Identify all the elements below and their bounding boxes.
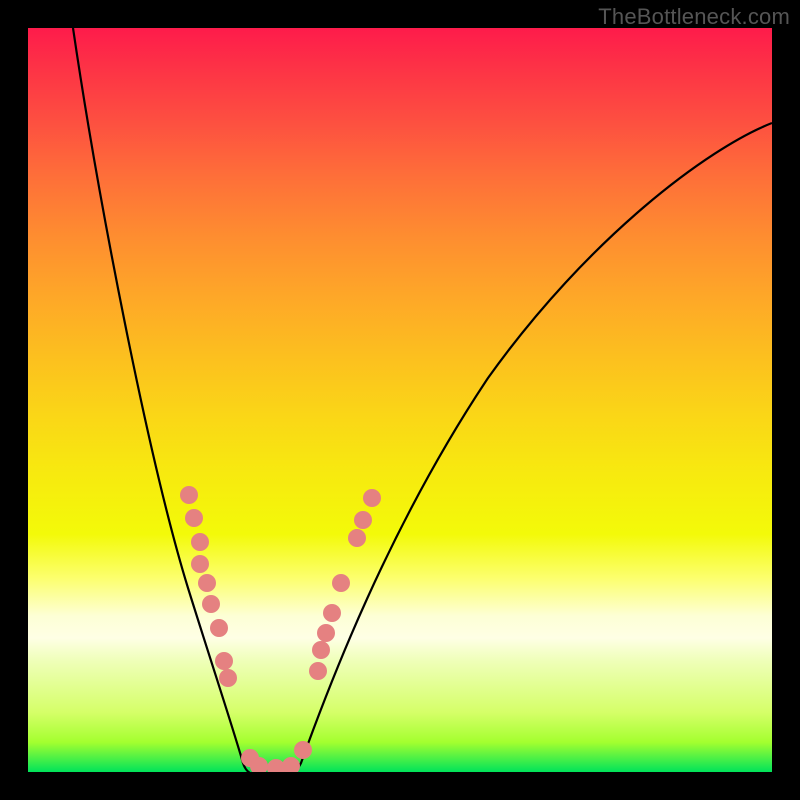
- data-marker: [191, 555, 209, 573]
- data-marker: [215, 652, 233, 670]
- data-marker: [198, 574, 216, 592]
- data-marker: [180, 486, 198, 504]
- chart-svg: [28, 28, 772, 772]
- chart-plot-area: [28, 28, 772, 772]
- data-marker: [202, 595, 220, 613]
- data-marker: [354, 511, 372, 529]
- data-marker: [317, 624, 335, 642]
- data-marker: [312, 641, 330, 659]
- data-marker: [210, 619, 228, 637]
- watermark-text: TheBottleneck.com: [598, 4, 790, 30]
- data-marker: [294, 741, 312, 759]
- data-marker: [332, 574, 350, 592]
- marker-group: [180, 486, 381, 772]
- data-marker: [348, 529, 366, 547]
- data-marker: [191, 533, 209, 551]
- data-marker: [309, 662, 327, 680]
- left-curve: [73, 28, 283, 772]
- data-marker: [323, 604, 341, 622]
- data-marker: [363, 489, 381, 507]
- data-marker: [282, 757, 300, 772]
- data-marker: [185, 509, 203, 527]
- data-marker: [219, 669, 237, 687]
- right-curve: [283, 123, 772, 772]
- curve-group: [73, 28, 772, 772]
